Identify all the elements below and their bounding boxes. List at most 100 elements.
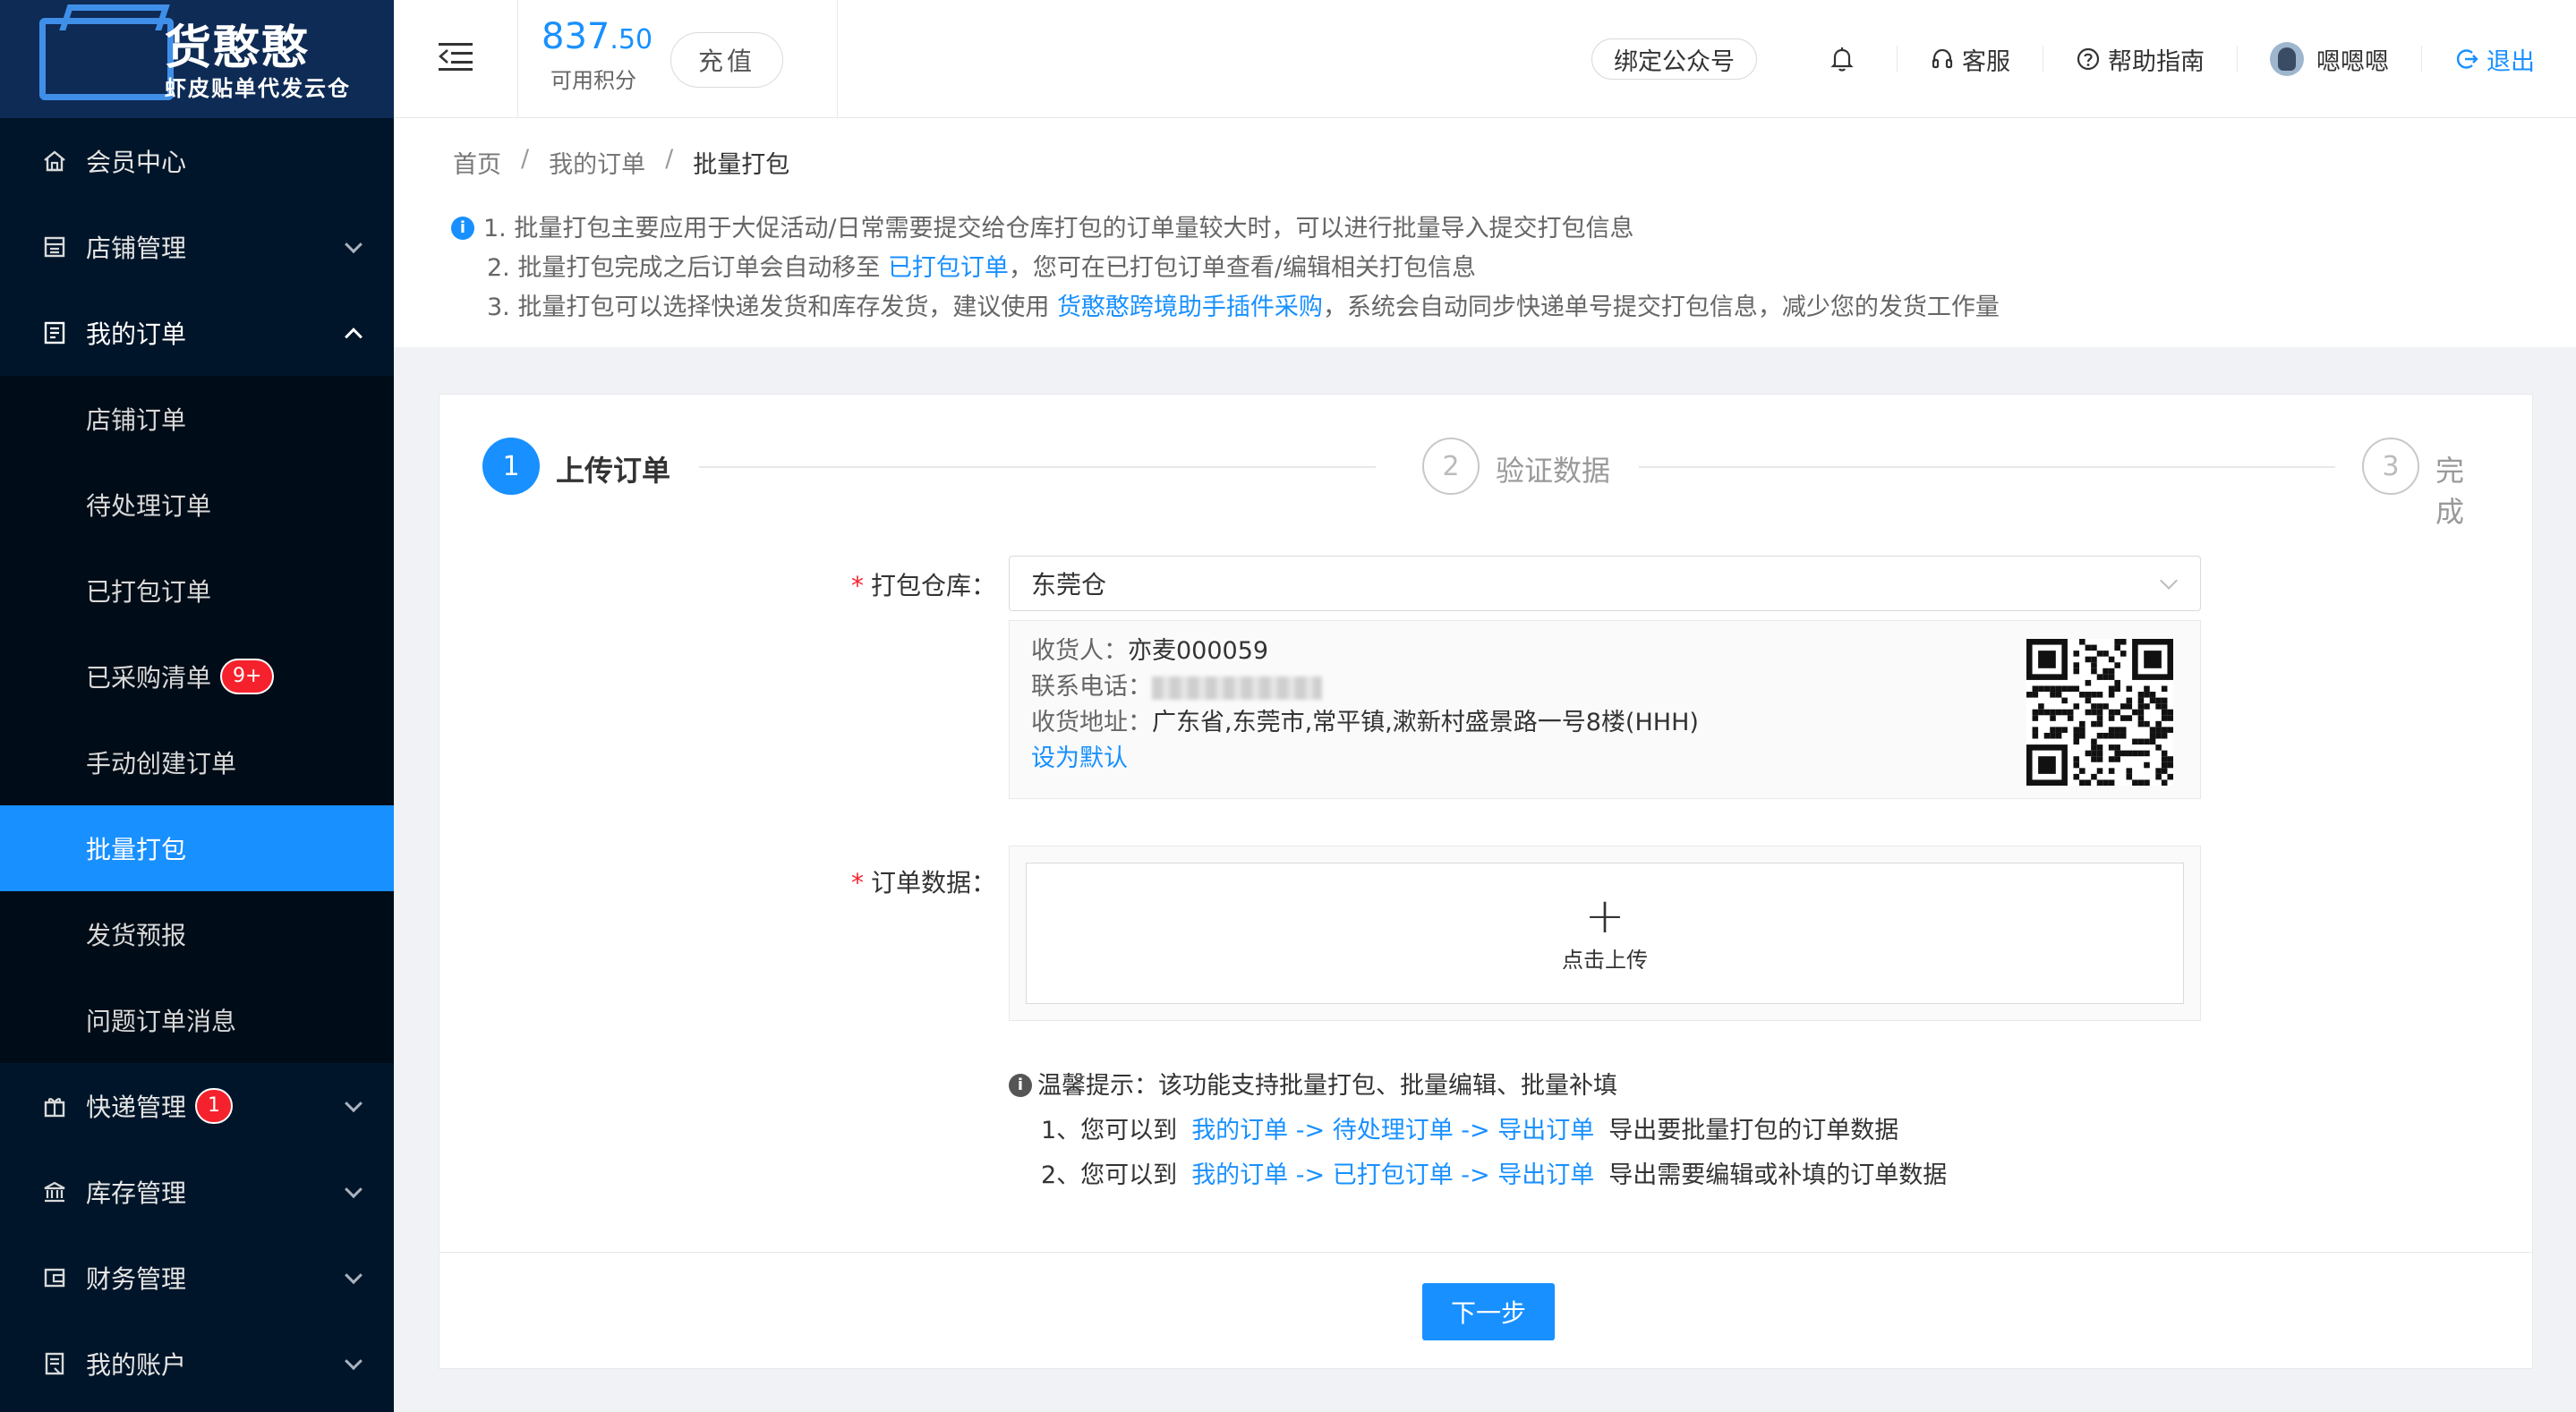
chevron-down-icon <box>345 235 363 254</box>
info-icon: i <box>1009 1073 1032 1097</box>
step-connector <box>1639 466 2335 468</box>
sidebar-item-express-management[interactable]: 快递管理 1 <box>0 1063 394 1149</box>
user-name: 嗯嗯嗯 <box>2316 47 2389 76</box>
tip-2-prefix: 2、您可以到 <box>1041 1161 1178 1189</box>
note-3-suffix: ，系统会自动同步快递单号提交打包信息，减少您的发货工作量 <box>1322 293 2000 321</box>
sidebar-menu-lower: 快递管理 1 库存管理 财务管理 我的账户 <box>0 1063 394 1407</box>
submenu-pending-orders[interactable]: 待处理订单 <box>0 462 394 548</box>
bank-icon <box>41 1178 68 1205</box>
customer-service-label: 客服 <box>1962 47 2010 76</box>
sidebar-item-shop-management[interactable]: 店铺管理 <box>0 204 394 290</box>
next-step-button[interactable]: 下一步 <box>1422 1283 1555 1340</box>
export-packed-orders-link[interactable]: 我的订单 -> 已打包订单 -> 导出订单 <box>1191 1161 1594 1189</box>
recharge-button[interactable]: 充值 <box>670 32 783 88</box>
step-3-title: 完成 <box>2435 454 2465 529</box>
step-2-circle: 2 <box>1422 438 1480 495</box>
step-2-title: 验证数据 <box>1496 454 1611 488</box>
brand-title: 货憨憨 <box>165 21 311 75</box>
bind-official-account-button[interactable]: 绑定公众号 <box>1591 38 1757 80</box>
tip-1-prefix: 1、您可以到 <box>1041 1117 1178 1144</box>
points-value: 837.50 <box>542 16 653 57</box>
chevron-down-icon <box>345 1352 363 1371</box>
avatar <box>2270 42 2304 76</box>
submenu-shop-orders[interactable]: 店铺订单 <box>0 376 394 462</box>
note-2-prefix: 2. 批量打包完成之后订单会自动移至 <box>487 254 888 282</box>
batch-pack-card: 1 上传订单 2 验证数据 3 完成 * 打包仓库： 东莞仓 收货人：亦麦0000… <box>439 394 2533 1369</box>
sidebar: 货憨憨 虾皮贴单代发云仓 会员中心 店铺管理 我的订单 店铺订单 待处理订单 已… <box>0 0 394 1412</box>
sidebar-menu: 会员中心 店铺管理 我的订单 <box>0 118 394 376</box>
bell-icon <box>1830 47 1854 72</box>
sidebar-item-member-center[interactable]: 会员中心 <box>0 118 394 204</box>
step-connector <box>699 466 1376 468</box>
steps: 1 上传订单 2 验证数据 3 完成 <box>482 438 2491 529</box>
plugin-purchase-link[interactable]: 货憨憨跨境助手插件采购 <box>1057 293 1323 321</box>
customer-service-link[interactable]: 客服 <box>1898 42 2043 77</box>
address-label: 收货地址： <box>1031 709 1152 736</box>
user-menu[interactable]: 嗯嗯嗯 <box>2238 42 2421 77</box>
chevron-down-icon <box>345 1094 363 1113</box>
upload-label: 点击上传 <box>1562 947 1648 973</box>
menu-fold-icon[interactable] <box>439 43 473 71</box>
export-pending-orders-link[interactable]: 我的订单 -> 待处理订单 -> 导出订单 <box>1191 1117 1594 1144</box>
wallet-icon <box>41 1264 68 1291</box>
express-count-badge: 1 <box>195 1088 234 1124</box>
points-label: 可用积分 <box>550 68 636 93</box>
chevron-down-icon <box>2160 572 2178 590</box>
sidebar-item-finance-management[interactable]: 财务管理 <box>0 1235 394 1321</box>
submenu-label: 已打包订单 <box>86 577 212 607</box>
upload-dropzone[interactable]: + 点击上传 <box>1026 863 2184 1004</box>
sidebar-item-label: 财务管理 <box>86 1264 187 1294</box>
breadcrumb: 首页 / 我的订单 / 批量打包 <box>453 145 789 180</box>
submenu-batch-pack[interactable]: 批量打包 <box>0 805 394 891</box>
set-default-link[interactable]: 设为默认 <box>1031 744 1128 772</box>
chevron-down-icon <box>345 1266 363 1285</box>
batch-pack-notes: i 1. 批量打包主要应用于大促活动/日常需要提交给仓库打包的订单量较大时，可以进… <box>451 209 2000 327</box>
submenu-purchased-list[interactable]: 已采购清单 9+ <box>0 634 394 719</box>
submenu-manual-create-order[interactable]: 手动创建订单 <box>0 719 394 805</box>
breadcrumb-my-orders[interactable]: 我的订单 <box>549 145 645 180</box>
step-3-circle: 3 <box>2362 438 2419 495</box>
header-actions: 绑定公众号 客服 帮助指南 嗯嗯嗯 退出 <box>1591 0 2576 118</box>
notification-bell[interactable] <box>1793 46 1897 72</box>
question-circle-icon <box>2077 47 2100 71</box>
note-1: 1. 批量打包主要应用于大促活动/日常需要提交给仓库打包的订单量较大时，可以进行… <box>483 215 1634 242</box>
submenu-shipping-forecast[interactable]: 发货预报 <box>0 891 394 977</box>
sidebar-item-label: 我的订单 <box>86 319 187 349</box>
tips-title: 温馨提示：该功能支持批量打包、批量编辑、批量补填 <box>1037 1072 1617 1100</box>
address-value: 广东省,东莞市,常平镇,漱新村盛景路一号8楼(HHH) <box>1152 709 1699 736</box>
warehouse-select[interactable]: 东莞仓 <box>1009 556 2201 611</box>
sidebar-item-label: 店铺管理 <box>86 234 187 263</box>
order-data-upload: + 点击上传 <box>1009 846 2201 1021</box>
points-panel: 837.50 可用积分 充值 <box>517 0 838 118</box>
phone-blurred <box>1152 676 1322 700</box>
chevron-down-icon <box>345 1180 363 1199</box>
phone-label: 联系电话： <box>1031 673 1152 701</box>
tip-2-suffix: 导出需要编辑或补填的订单数据 <box>1608 1161 1948 1189</box>
packed-orders-link[interactable]: 已打包订单 <box>888 254 1009 282</box>
submenu-label: 问题订单消息 <box>86 1007 237 1036</box>
sidebar-item-inventory-management[interactable]: 库存管理 <box>0 1149 394 1235</box>
orders-submenu: 店铺订单 待处理订单 已打包订单 已采购清单 9+ 手动创建订单 批量打包 发货预… <box>0 376 394 1063</box>
submenu-label: 发货预报 <box>86 921 187 950</box>
sidebar-item-my-account[interactable]: 我的账户 <box>0 1321 394 1407</box>
breadcrumb-separator: / <box>521 145 530 173</box>
brand-logo[interactable]: 货憨憨 虾皮贴单代发云仓 <box>0 0 394 118</box>
help-guide-link[interactable]: 帮助指南 <box>2043 42 2237 77</box>
note-3-prefix: 3. 批量打包可以选择快递发货和库存发货，建议使用 <box>487 293 1057 321</box>
logout-label: 退出 <box>2486 47 2535 76</box>
receiver-value: 亦麦000059 <box>1128 637 1269 665</box>
submenu-packed-orders[interactable]: 已打包订单 <box>0 548 394 634</box>
sidebar-item-label: 快递管理 <box>86 1093 187 1122</box>
sidebar-item-label: 我的账户 <box>86 1350 187 1380</box>
order-data-label: * 订单数据： <box>850 868 996 897</box>
breadcrumb-separator: / <box>665 145 674 173</box>
sidebar-item-label: 库存管理 <box>86 1178 187 1208</box>
breadcrumb-home[interactable]: 首页 <box>453 145 501 180</box>
submenu-problem-order-messages[interactable]: 问题订单消息 <box>0 977 394 1063</box>
submenu-label: 批量打包 <box>86 835 187 864</box>
page-info: 首页 / 我的订单 / 批量打包 i 1. 批量打包主要应用于大促活动/日常需要提… <box>394 118 2576 347</box>
sidebar-item-my-orders[interactable]: 我的订单 <box>0 290 394 376</box>
breadcrumb-current: 批量打包 <box>693 151 790 179</box>
home-icon <box>41 148 68 174</box>
logout-button[interactable]: 退出 <box>2422 42 2576 77</box>
